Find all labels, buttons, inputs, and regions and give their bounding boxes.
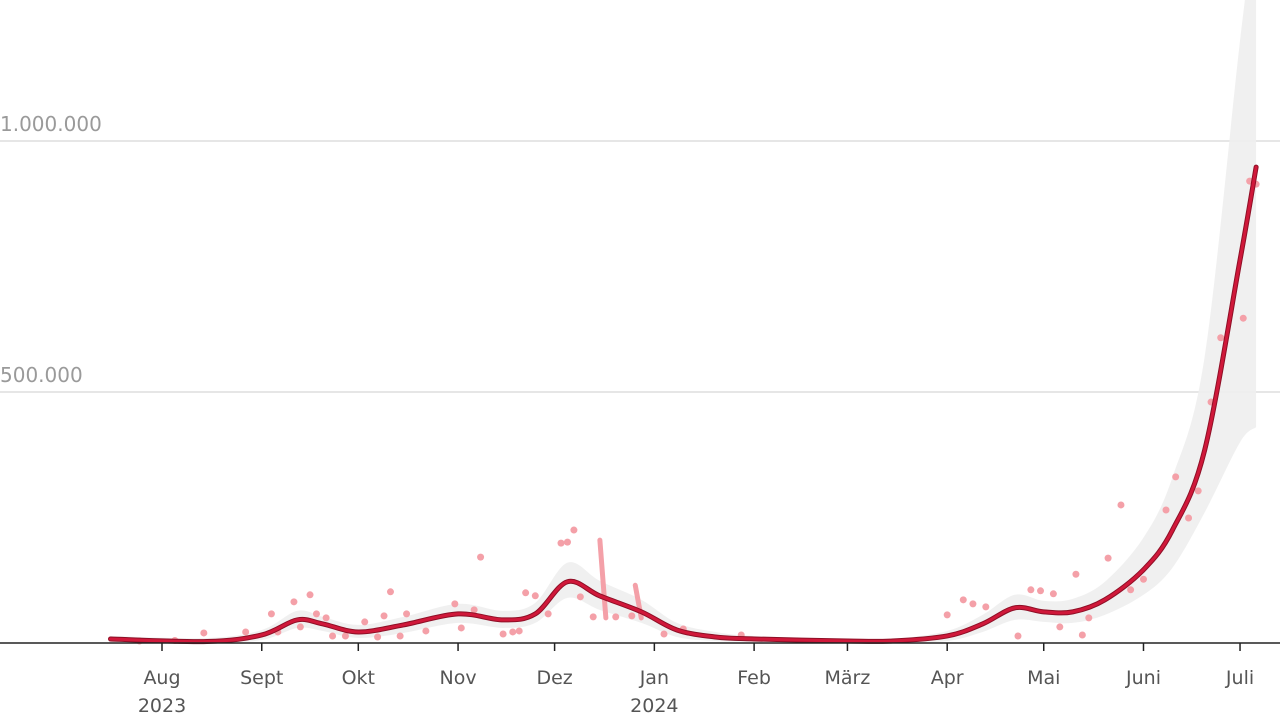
x-tick-label: Dez: [536, 667, 572, 689]
data-point: [1217, 334, 1225, 342]
data-point: [1085, 614, 1093, 622]
data-point: [1117, 501, 1125, 509]
data-point: [296, 623, 304, 631]
data-point: [361, 618, 369, 626]
x-tick-year: 2024: [630, 695, 678, 717]
data-point: [1172, 473, 1180, 481]
x-axis: Aug 2023 Sept Okt Nov Dez Jan 2024 Feb März Apr Mai…: [0, 642, 1280, 717]
gridlines: [0, 140, 1280, 393]
data-point: [242, 628, 250, 636]
data-point: [959, 596, 967, 604]
data-point: [1185, 514, 1193, 522]
confidence-band-area: [110, 0, 1257, 644]
data-point: [982, 603, 990, 611]
data-point: [374, 633, 382, 641]
data-points: [135, 177, 1260, 645]
x-tick-label: Apr: [931, 667, 964, 689]
data-point: [322, 614, 330, 622]
data-point: [557, 539, 565, 547]
y-tick-label: 1.000.000: [0, 112, 102, 136]
x-tick-label: Nov: [440, 667, 477, 689]
trend-line-path: [109, 165, 1258, 644]
data-point: [267, 610, 275, 618]
data-point: [515, 627, 523, 635]
data-point: [612, 613, 620, 621]
trend-line: [108, 164, 1259, 645]
data-point: [969, 600, 977, 608]
data-point: [451, 600, 459, 608]
data-point: [522, 589, 530, 597]
data-point: [563, 538, 571, 546]
data-point: [341, 632, 349, 640]
trend-line-outline: [108, 164, 1259, 645]
y-axis-labels: 500.000 1.000.000: [0, 112, 102, 387]
x-tick-label: Juli: [1225, 667, 1254, 689]
data-point: [589, 613, 597, 621]
data-point: [1014, 632, 1022, 640]
x-tick-label: Aug: [143, 667, 180, 689]
data-point: [386, 588, 394, 596]
x-tick-label: Jan: [639, 667, 669, 689]
x-tick-label: Mai: [1027, 667, 1060, 689]
data-point: [576, 593, 584, 601]
x-tick-label: Juni: [1125, 667, 1161, 689]
data-point: [943, 611, 951, 619]
x-tick-label: Sept: [240, 667, 283, 689]
confidence-band: [110, 0, 1257, 644]
y-tick-label: 500.000: [0, 363, 83, 387]
data-point: [1027, 586, 1035, 594]
data-point: [1194, 487, 1202, 495]
data-point: [306, 591, 314, 599]
data-point: [422, 627, 430, 635]
data-point: [1162, 506, 1170, 514]
x-tick-label: März: [825, 667, 871, 689]
data-point: [499, 630, 507, 638]
data-point: [200, 629, 208, 637]
x-tick-label: Feb: [737, 667, 771, 689]
data-point: [1127, 586, 1135, 594]
data-point: [628, 612, 636, 620]
data-point: [1049, 590, 1057, 598]
data-point: [1056, 623, 1064, 631]
x-tick-label: Okt: [342, 667, 375, 689]
data-point: [457, 624, 465, 632]
data-point: [509, 628, 517, 636]
data-point: [1139, 575, 1147, 583]
data-point: [312, 610, 320, 618]
data-point: [1078, 631, 1086, 639]
x-tick-year: 2023: [138, 695, 186, 717]
data-point: [544, 610, 552, 618]
data-point: [1239, 314, 1247, 322]
data-point: [660, 630, 668, 638]
data-point: [403, 610, 411, 618]
data-point: [329, 632, 337, 640]
data-point: [531, 592, 539, 600]
data-point: [380, 612, 388, 620]
line-chart: Aug 2023 Sept Okt Nov Dez Jan 2024 Feb März Apr Mai…: [0, 0, 1280, 717]
data-point: [396, 632, 404, 640]
data-point: [290, 598, 298, 606]
data-point: [1104, 554, 1112, 562]
data-point: [1072, 570, 1080, 578]
data-point: [477, 553, 485, 561]
data-point: [570, 526, 578, 534]
data-point: [1037, 587, 1045, 595]
